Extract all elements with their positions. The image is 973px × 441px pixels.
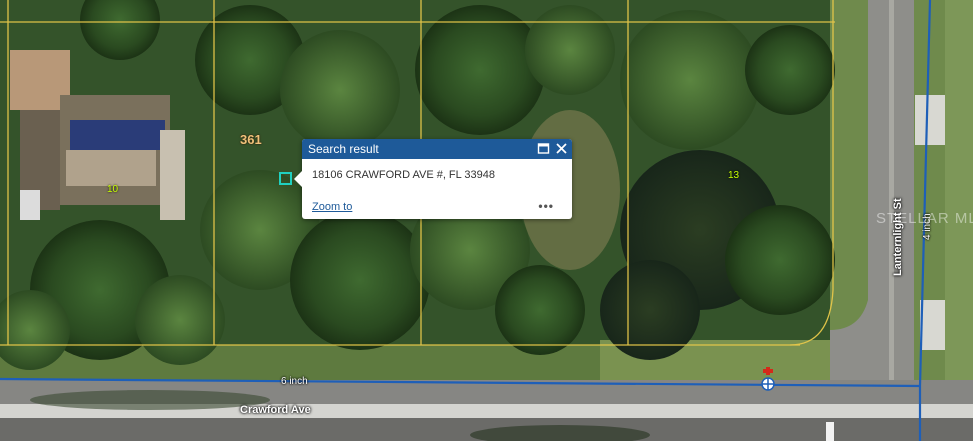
search-result-popup: Search result 18106 CRAWFORD AVE #, FL 3… [294,139,572,219]
popup-title: Search result [308,142,379,156]
popup-pointer [294,171,302,187]
more-options-icon[interactable]: ••• [538,199,554,213]
parcel-label-10: 10 [107,184,119,195]
parcel-label-13: 13 [728,170,740,181]
watermark: STELLAR MLS [876,210,973,227]
pipe-size-label: 6 inch [281,376,308,387]
parcel-label-361: 361 [240,132,262,147]
street-label-crawford-ave: Crawford Ave [240,404,311,416]
close-icon[interactable] [555,142,568,155]
map-view[interactable]: 10 13 361 6 inch 4 inch Crawford Ave Lan… [0,0,973,441]
aerial-imagery [0,0,973,441]
popup-address: 18106 CRAWFORD AVE #, FL 33948 [312,169,496,181]
maximize-icon[interactable] [537,142,550,155]
zoom-to-link[interactable]: Zoom to [312,201,352,213]
popup-header: Search result [302,139,572,159]
